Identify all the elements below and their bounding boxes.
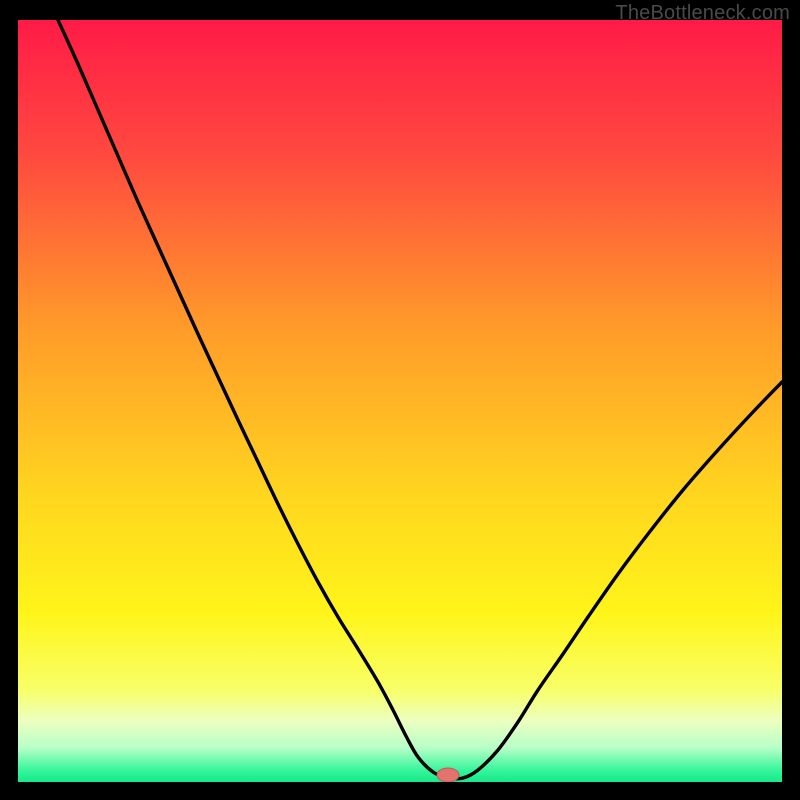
optimal-point-marker xyxy=(437,768,459,782)
watermark-text: TheBottleneck.com xyxy=(615,2,790,25)
chart-frame: TheBottleneck.com xyxy=(0,0,800,800)
chart-svg xyxy=(18,20,782,782)
heat-background xyxy=(18,20,782,782)
plot-area xyxy=(18,20,782,782)
